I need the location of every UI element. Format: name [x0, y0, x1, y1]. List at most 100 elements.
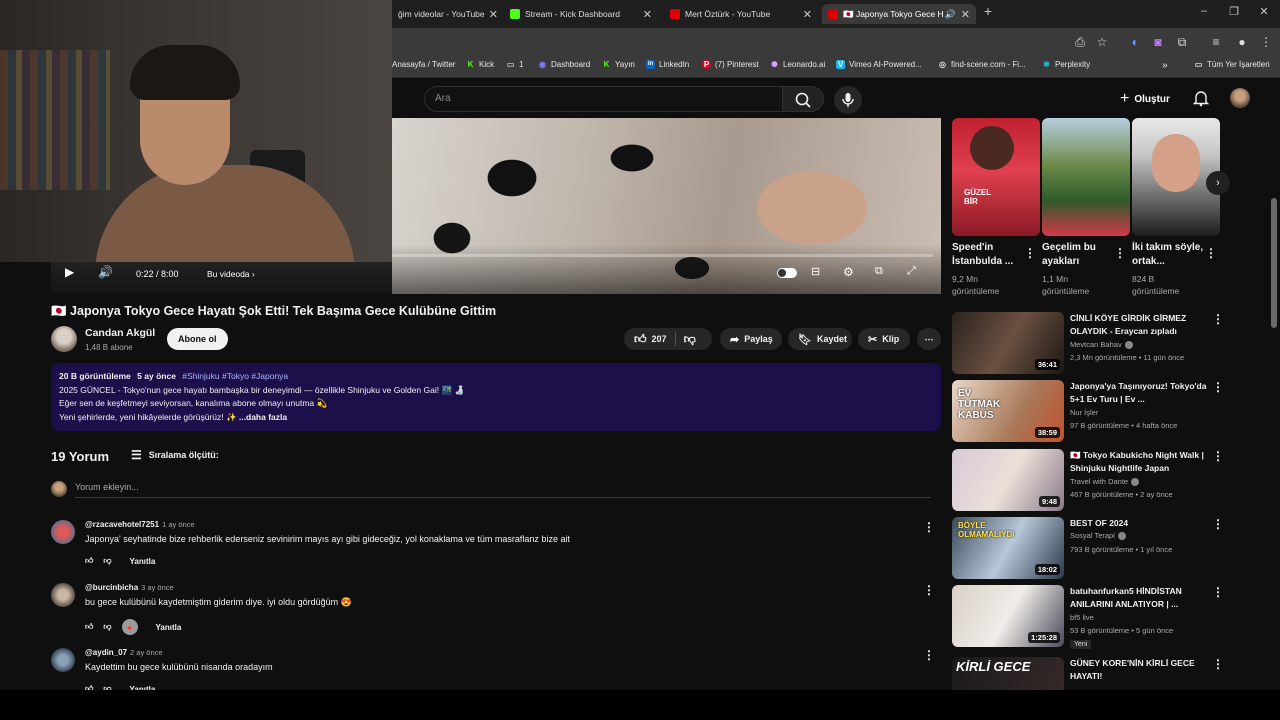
recommended-video[interactable]: EV TUTMAK KABUS 38:59 Japonya'ya Taşınıy…	[952, 380, 1242, 444]
sort-button[interactable]: ☰ Sıralama ölçütü:	[131, 448, 219, 462]
close-icon[interactable]: ✕	[961, 8, 970, 21]
thumbs-down-icon[interactable]: 👎︎	[103, 556, 111, 566]
short-thumbnail[interactable]	[1042, 118, 1130, 236]
bookmark-leonardo[interactable]: ✺ Leonardo.ai	[770, 60, 825, 69]
tab-my-videos[interactable]: ğim videolar - YouTube ✕	[392, 4, 504, 24]
video-thumbnail[interactable]: 36:41	[952, 312, 1064, 374]
video-thumbnail[interactable]: 1:25:28	[952, 585, 1064, 647]
recommended-title[interactable]: GÜNEY KORE'NİN KİRLİ GECE HAYATI!	[1070, 657, 1220, 683]
more-vertical-icon[interactable]: ⋮	[1114, 246, 1126, 260]
extensions-puzzle-icon[interactable]: ⧉	[1174, 34, 1190, 50]
video-thumbnail[interactable]: 9:48	[952, 449, 1064, 511]
bookmark-vimeo[interactable]: V Vimeo AI-Powered...	[836, 60, 922, 69]
recommended-video[interactable]: 1:25:28 batuhanfurkan5 HİNDİSTAN ANILARI…	[952, 585, 1242, 649]
new-tab-button[interactable]: +	[978, 3, 998, 19]
search-input[interactable]: Ara	[424, 86, 782, 112]
miniplayer-icon[interactable]: ⧉	[875, 265, 883, 278]
scrollbar[interactable]	[1271, 198, 1277, 328]
create-button[interactable]: + Oluştur	[1120, 90, 1170, 108]
profile-icon[interactable]: ●	[1234, 34, 1250, 50]
user-avatar[interactable]	[1230, 88, 1250, 108]
reply-button[interactable]: Yanıtla	[130, 557, 156, 566]
volume-icon[interactable]: 🔊	[98, 265, 113, 279]
comment-author[interactable]: @aydin_07	[85, 648, 127, 657]
commenter-avatar[interactable]	[51, 583, 75, 607]
more-vertical-icon[interactable]: ⋮	[923, 583, 935, 597]
short-thumbnail[interactable]: GÜZEL BİR	[952, 118, 1040, 236]
more-vertical-icon[interactable]: ⋮	[1024, 246, 1036, 260]
clip-button[interactable]: ✂ Klip	[858, 328, 910, 350]
comment-author[interactable]: @rzacavehotel7251	[85, 520, 159, 529]
share-button[interactable]: ➦ Paylaş	[720, 328, 782, 350]
tab-mert-ozturk[interactable]: Mert Öztürk - YouTube ✕	[664, 4, 818, 24]
recommended-video[interactable]: KİRLİ GECE GÜNEY KORE'NİN KİRLİ GECE HAY…	[952, 657, 1242, 690]
subscribe-button[interactable]: Abone ol	[167, 328, 228, 350]
short-title[interactable]: Geçelim bu ayakları	[1042, 241, 1114, 269]
bookmark-pinterest[interactable]: P (7) Pinterest	[702, 60, 759, 69]
recommended-channel[interactable]: Sosyal Terapi	[1070, 531, 1115, 540]
video-thumbnail[interactable]: EV TUTMAK KABUS 38:59	[952, 380, 1064, 442]
channel-name[interactable]: Candan Akgül	[85, 327, 155, 339]
more-vertical-icon[interactable]: ⋮	[1212, 380, 1224, 394]
recommended-video[interactable]: 9:48 🇯🇵 Tokyo Kabukicho Night Walk | Shi…	[952, 449, 1242, 513]
comment-author[interactable]: @burcinbicha	[85, 583, 138, 592]
thumbs-down-icon[interactable]: 👎︎	[684, 332, 696, 347]
extension-icon[interactable]: ◙	[1150, 34, 1166, 50]
thumbs-down-icon[interactable]: 👎︎	[103, 622, 111, 632]
thumbs-up-icon[interactable]: 👍︎	[634, 332, 647, 347]
voice-search-button[interactable]	[834, 86, 862, 114]
more-vertical-icon[interactable]: ⋮	[1205, 246, 1217, 260]
bookmarks-overflow-icon[interactable]: »	[1162, 60, 1168, 71]
all-bookmarks[interactable]: ▭ Tüm Yer İşaretleri	[1194, 60, 1270, 69]
media-icon[interactable]: ≡	[1208, 34, 1224, 50]
notifications-button[interactable]	[1192, 89, 1210, 107]
add-comment-input[interactable]: Yorum ekleyin...	[75, 482, 931, 498]
bookmark-linkedin[interactable]: in LinkedIn	[646, 60, 689, 69]
more-vertical-icon[interactable]: ⋮	[923, 648, 935, 662]
bookmark-twitter[interactable]: Anasayfa / Twitter	[392, 60, 455, 69]
bookmark-find-scene[interactable]: ◎ find-scene.com - Fi...	[938, 60, 1026, 69]
thumbs-up-icon[interactable]: 👍︎	[85, 556, 93, 566]
more-vertical-icon[interactable]: ⋮	[1212, 449, 1224, 463]
fullscreen-icon[interactable]: ⤢	[907, 265, 916, 278]
description-box[interactable]: 20 B görüntüleme 5 ay önce #Shinjuku #To…	[51, 363, 941, 431]
recommended-channel[interactable]: Mevtcan Bahav	[1070, 340, 1122, 349]
close-icon[interactable]: ✕	[489, 8, 498, 21]
recommended-channel[interactable]: bf5 live	[1070, 613, 1094, 622]
save-button[interactable]: 🔖︎ Kaydet	[788, 328, 852, 350]
channel-avatar[interactable]	[51, 326, 77, 352]
bookmark-dashboard[interactable]: ◉ Dashboard	[538, 60, 590, 69]
chapter-button[interactable]: Bu videoda ›	[207, 269, 255, 279]
recommended-channel[interactable]: Travel with Dante	[1070, 477, 1128, 486]
install-icon[interactable]: ⎙	[1072, 34, 1088, 50]
reply-button[interactable]: Yanıtla	[156, 623, 182, 632]
tab-japonya-active[interactable]: 🇯🇵 Japonya Tokyo Gece Hay 🔊 ✕	[822, 4, 976, 24]
recommended-title[interactable]: batuhanfurkan5 HİNDİSTAN ANILARINI ANLAT…	[1070, 585, 1220, 611]
more-vertical-icon[interactable]: ⋮	[1212, 517, 1224, 531]
close-icon[interactable]: ✕	[643, 8, 652, 21]
bookmark-yayin[interactable]: K Yayın	[602, 60, 635, 69]
recommended-video[interactable]: 36:41 CİNLİ KÖYE GİRDİK GİRMEZ OLAYDIK -…	[952, 312, 1242, 376]
maximize-icon[interactable]: ❐	[1224, 5, 1244, 18]
play-icon[interactable]: ▶	[65, 265, 74, 279]
recommended-title[interactable]: CİNLİ KÖYE GİRDİK GİRMEZ OLAYDIK - Erayc…	[1070, 312, 1220, 338]
bookmark-kick[interactable]: K Kick	[466, 60, 495, 69]
short-title[interactable]: Speed'in İstanbulda ...	[952, 241, 1024, 269]
recommended-title[interactable]: Japonya'ya Taşınıyoruz! Tokyo'da 5+1 Ev …	[1070, 380, 1220, 406]
bookmark-star-icon[interactable]: ☆	[1094, 34, 1110, 50]
tab-kick-dashboard[interactable]: Stream - Kick Dashboard ✕	[504, 4, 658, 24]
recommended-title[interactable]: BEST OF 2024	[1070, 517, 1220, 530]
show-more-link[interactable]: ...daha fazla	[239, 412, 287, 422]
recommended-title[interactable]: 🇯🇵 Tokyo Kabukicho Night Walk | Shinjuku…	[1070, 449, 1220, 475]
more-vertical-icon[interactable]: ⋮	[1212, 312, 1224, 326]
hashtags[interactable]: #Shinjuku #Tokyo #Japonya	[182, 371, 288, 381]
bookmark-perplexity[interactable]: ✱ Perplexity	[1042, 60, 1090, 69]
more-vertical-icon[interactable]: ⋮	[923, 520, 935, 534]
close-icon[interactable]: ✕	[803, 8, 812, 21]
extension-icon[interactable]: ◖	[1126, 34, 1142, 50]
more-vertical-icon[interactable]: ⋮	[1212, 657, 1224, 671]
menu-dots-icon[interactable]: ⋮	[1258, 34, 1274, 50]
commenter-avatar[interactable]	[51, 520, 75, 544]
short-title[interactable]: İki takım söyle, ortak...	[1132, 241, 1204, 269]
audio-icon[interactable]: 🔊	[945, 9, 956, 20]
